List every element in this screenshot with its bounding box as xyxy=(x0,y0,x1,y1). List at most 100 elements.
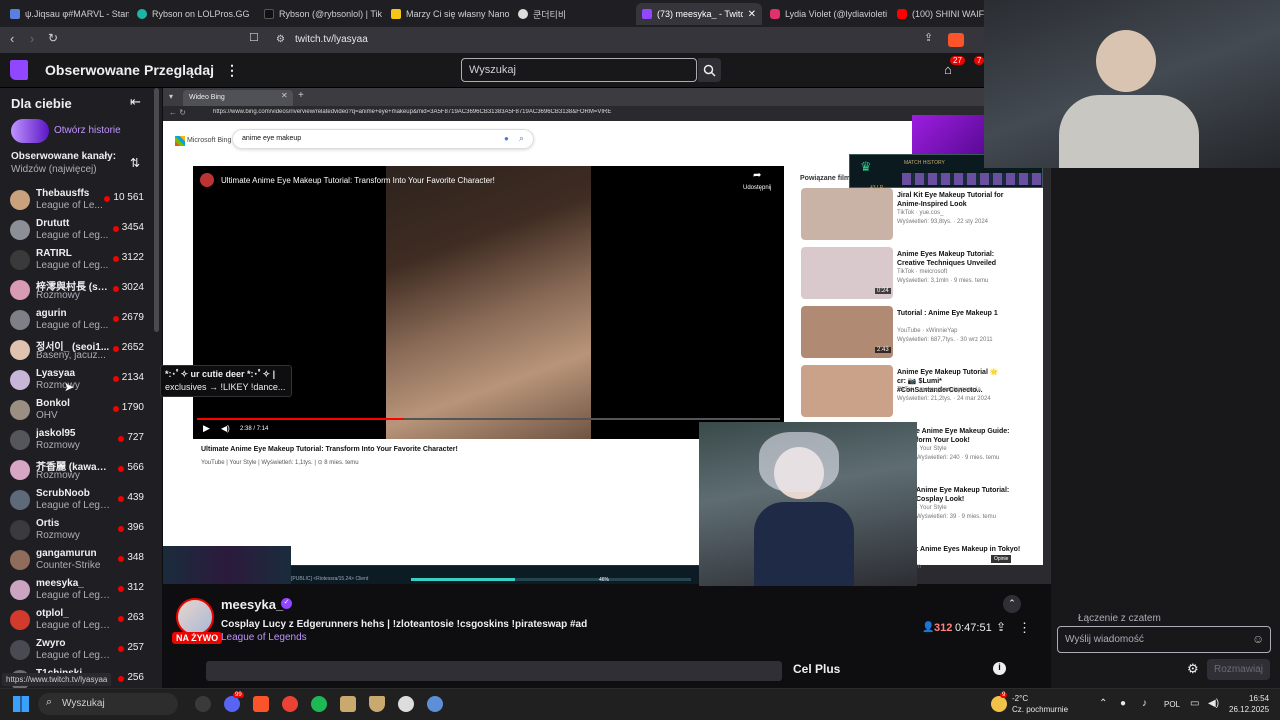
sidebar-channel[interactable]: 芥香麗 (kawa1s... Rozmowy 566 xyxy=(0,455,158,485)
keyboard-language[interactable]: POL xyxy=(1164,700,1180,709)
collapse-sidebar-icon[interactable]: ⇤ xyxy=(130,94,141,110)
related-title: : Anime Eyes Makeup in Tokyo! xyxy=(916,546,1021,553)
weather-icon[interactable] xyxy=(991,696,1007,712)
channel-category: League of Lege... xyxy=(36,650,110,661)
forward-icon[interactable]: › xyxy=(30,31,34,46)
volume-tray-icon[interactable]: ◀) xyxy=(1208,698,1219,709)
streamer-name[interactable]: meesyka_ xyxy=(221,597,283,612)
site-info-icon[interactable]: ⚙ xyxy=(276,34,285,45)
history-avatar[interactable] xyxy=(11,119,49,143)
riot-icon[interactable] xyxy=(369,696,385,712)
tab-favicon-icon xyxy=(137,9,147,19)
windows-start-icon[interactable] xyxy=(13,696,29,712)
sidebar-channel[interactable]: Thebausffs League of Le... 10 561 xyxy=(0,185,158,215)
verified-icon: ✓ xyxy=(281,598,292,609)
browser-tab[interactable]: Marzy Ci się własny Nano xyxy=(385,3,510,25)
chat-input[interactable]: Wyślij wiadomość xyxy=(1057,626,1271,653)
reload-icon[interactable]: ↻ xyxy=(48,31,58,45)
sidebar-channel[interactable]: ScrubNoob League of Lege... 439 xyxy=(0,485,158,515)
channel-avatar xyxy=(10,640,30,660)
emote-picker-icon[interactable]: ☺ xyxy=(1252,632,1264,646)
steam-icon[interactable] xyxy=(195,696,211,712)
game-client-bar: [PUBLIC] <Riotessra/15.24> Client 46% xyxy=(291,566,699,584)
more-menu-icon[interactable]: ⋮ xyxy=(225,62,239,79)
sidebar-channel[interactable]: RATIRL League of Leg... 3122 xyxy=(0,245,158,275)
bookmark-icon[interactable]: ☐ xyxy=(249,31,259,44)
close-tab-icon[interactable]: ✕ xyxy=(748,9,756,20)
nav-browse[interactable]: Przeglądaj xyxy=(144,62,214,78)
inbox-icon[interactable]: ⌂ xyxy=(944,62,952,77)
sidebar-channel[interactable]: 정서이_ (seoi1... Baseny, jacuz... 2652 xyxy=(0,335,158,365)
browser-tab[interactable]: Lydia Violet (@lydiavioleti xyxy=(764,3,889,25)
sidebar-channel[interactable]: Bonkol OHV 1790 xyxy=(0,395,158,425)
sidebar-channel[interactable]: Ortis Rozmowy 396 xyxy=(0,515,158,545)
related-title: Anime Eye Makeup Tutorial: Cosplay Look! xyxy=(916,487,1010,503)
browser-tab[interactable]: ψ.Jiqsau φ#MARVL - Stan xyxy=(4,3,129,25)
discord-icon[interactable] xyxy=(224,696,240,712)
sidebar-channel[interactable]: jaskol95 Rozmowy 727 xyxy=(0,425,158,455)
channel-name: Bonkol xyxy=(36,398,70,409)
search-button[interactable] xyxy=(698,58,721,82)
channel-category: OHV xyxy=(36,410,58,421)
info-icon[interactable]: i xyxy=(993,662,1006,675)
chat-send-button[interactable]: Rozmawiaj xyxy=(1207,659,1270,680)
sidebar-channel[interactable]: gangamurun Counter-Strike 348 xyxy=(0,545,158,575)
share-icon[interactable]: ⇪ xyxy=(924,31,933,44)
live-dot-icon xyxy=(104,196,110,202)
sidebar-channel[interactable]: agurin League of Leg... 2679 xyxy=(0,305,158,335)
mic-tray-icon[interactable]: ♪ xyxy=(1142,698,1147,709)
sidebar-channel[interactable]: 梓澪與村長 (s2... Rozmowy 3024 xyxy=(0,275,158,305)
browser-tab[interactable]: Rybson (@rybsonlol) | Tik xyxy=(258,3,383,25)
share-stream-icon[interactable]: ⇪ xyxy=(996,620,1006,634)
sort-icon[interactable]: ⇅ xyxy=(130,156,140,170)
chrome-icon[interactable] xyxy=(282,696,298,712)
instagram-icon xyxy=(770,9,780,19)
spotify-icon[interactable] xyxy=(311,696,327,712)
browser-tab[interactable]: Rybson on LOLPros.GG xyxy=(131,3,256,25)
browser-tab[interactable]: 쿤더티비 xyxy=(512,3,632,25)
back-icon[interactable]: ‹ xyxy=(10,31,14,46)
tab-favicon-icon xyxy=(10,9,20,19)
sidebar-channel[interactable]: otplol_ League of Lege... 263 xyxy=(0,605,158,635)
notification-badge: 27 xyxy=(950,56,965,65)
live-dot-icon xyxy=(118,646,124,652)
more-options-icon[interactable]: ⋮ xyxy=(1018,620,1031,636)
sidebar-scrollbar[interactable] xyxy=(154,88,159,332)
search-input[interactable]: Wyszukaj xyxy=(461,58,697,82)
sidebar-channel[interactable]: Drututt League of Leg... 3454 xyxy=(0,215,158,245)
stream-game-link[interactable]: League of Legends xyxy=(221,632,307,643)
chat-settings-icon[interactable]: ⚙ xyxy=(1187,661,1199,677)
settings-app-icon[interactable] xyxy=(427,696,443,712)
nav-following[interactable]: Obserwowane xyxy=(45,62,140,78)
bing-video-meta: YouTube | Your Style | Wyświetleń: 1,1ty… xyxy=(201,460,359,466)
taskbar-search[interactable]: Wyszukaj xyxy=(38,693,178,715)
league-client-icon[interactable] xyxy=(340,696,356,712)
open-history-link[interactable]: Otwórz historie xyxy=(54,125,121,136)
live-dot-icon xyxy=(118,586,124,592)
browser-tab[interactable]: (100) SHINI WAIFU V xyxy=(891,3,986,25)
brave-icon[interactable] xyxy=(253,696,269,712)
app-icon[interactable] xyxy=(398,696,414,712)
related-source: · Your Style xyxy=(916,446,947,452)
play-icon: ▶ xyxy=(203,423,210,433)
channel-viewers: 2679 xyxy=(121,312,144,323)
network-icon[interactable]: ▭ xyxy=(1190,698,1199,709)
tray-chevron-icon[interactable]: ⌃ xyxy=(1099,698,1107,709)
tray-app-icon[interactable]: ● xyxy=(1120,698,1126,709)
scroll-up-icon[interactable]: ⌃ xyxy=(1003,595,1021,613)
url-field[interactable]: twitch.tv/lyasyaa xyxy=(295,34,368,45)
brave-shield-icon[interactable] xyxy=(948,33,964,47)
channel-category: Rozmowy xyxy=(36,440,80,451)
channel-avatar xyxy=(10,520,30,540)
sidebar-channel[interactable]: meesyka_ League of Lege... 312 xyxy=(0,575,158,605)
streamer-avatar[interactable] xyxy=(176,598,214,636)
sidebar-channel[interactable]: Lyasyaa Rozmowy 2134 xyxy=(0,365,158,395)
sidebar-channel[interactable]: Zwyro League of Lege... 257 xyxy=(0,635,158,665)
windows-taskbar xyxy=(0,688,1280,720)
twitch-logo-icon[interactable] xyxy=(10,60,28,80)
browser-tab-active[interactable]: (73) meesyka_ - Twitch ✕ xyxy=(636,3,762,25)
webcam-body xyxy=(1059,95,1199,170)
channel-category: League of Lege... xyxy=(36,590,110,601)
channel-category: League of Leg... xyxy=(36,230,109,241)
channel-avatar xyxy=(10,580,30,600)
